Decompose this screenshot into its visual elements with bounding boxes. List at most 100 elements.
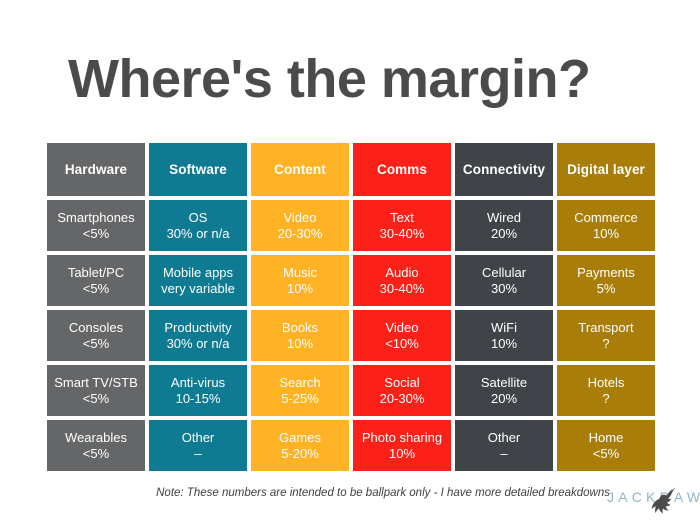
cell-margin-value: <10% (385, 335, 419, 351)
cell-margin-value: 20% (490, 390, 518, 406)
cell-category-label: Music (283, 264, 317, 280)
margin-matrix-table: Hardware Smartphones <5% Tablet/PC <5% Consol… (47, 143, 655, 471)
matrix-cell[interactable]: Video 20-30% (251, 200, 349, 251)
page-title: Where's the margin? (68, 49, 591, 109)
matrix-column: Digital layer Commerce 10% Payments 5% Transp… (557, 143, 655, 471)
matrix-cell[interactable]: Social 20-30% (353, 365, 451, 416)
cell-margin-value: 10% (286, 280, 314, 296)
cell-margin-value: 10% (388, 445, 416, 461)
matrix-cell[interactable]: Transport? (557, 310, 655, 361)
cell-category-label: Photo sharing (361, 429, 443, 445)
matrix-column: Software OS 30% or n/a Mobile apps very vari… (149, 143, 247, 471)
matrix-cell[interactable]: Search 5-25% (251, 365, 349, 416)
matrix-cell[interactable]: Audio 30-40% (353, 255, 451, 306)
matrix-cell[interactable]: Mobile apps very variable (149, 255, 247, 306)
cell-margin-value: 5% (596, 280, 616, 296)
cell-margin-value: 30% or n/a (166, 335, 230, 351)
matrix-cell[interactable]: Games 5-20% (251, 420, 349, 471)
matrix-cell[interactable]: Other – (455, 420, 553, 471)
column-header-cell[interactable]: Hardware (47, 143, 145, 196)
matrix-cell[interactable]: Books 10% (251, 310, 349, 361)
cell-category-label: Home (588, 429, 624, 445)
column-header-label: Connectivity (462, 162, 546, 177)
cell-category-label: Smartphones (57, 209, 135, 225)
cell-category-label: OS (188, 209, 208, 225)
cell-category-label: WiFi (491, 319, 517, 335)
cell-category-label: Transport (578, 319, 634, 335)
cell-margin-value: 30% or n/a (166, 225, 230, 241)
slide-canvas: Where's the margin? Hardware Smartphones <… (0, 0, 700, 525)
cell-margin-value: ? (602, 335, 610, 351)
cell-category-label: Cellular (481, 264, 527, 280)
column-header-cell[interactable]: Software (149, 143, 247, 196)
cell-category-label: Hotels (587, 374, 625, 390)
cell-category-label: Payments (577, 264, 635, 280)
column-header-label: Software (169, 162, 227, 177)
matrix-cell[interactable]: Tablet/PC <5% (47, 255, 145, 306)
cell-category-label: Search (279, 374, 321, 390)
cell-margin-value: 20-30% (379, 390, 425, 406)
cell-margin-value: – (194, 445, 202, 461)
matrix-cell[interactable]: Consoles <5% (47, 310, 145, 361)
cell-category-label: Text (390, 209, 414, 225)
cell-margin-value: 20-30% (277, 225, 323, 241)
cell-category-label: Video (385, 319, 419, 335)
cell-margin-value: 30% (490, 280, 518, 296)
matrix-cell[interactable]: Productivity 30% or n/a (149, 310, 247, 361)
cell-margin-value: 30-40% (379, 225, 425, 241)
cell-category-label: Other (181, 429, 215, 445)
matrix-cell[interactable]: Satellite 20% (455, 365, 553, 416)
matrix-cell[interactable]: Smartphones <5% (47, 200, 145, 251)
matrix-cell[interactable]: Photo sharing 10% (353, 420, 451, 471)
matrix-cell[interactable]: Wearables <5% (47, 420, 145, 471)
cell-category-label: Satellite (480, 374, 528, 390)
matrix-cell[interactable]: OS 30% or n/a (149, 200, 247, 251)
matrix-cell[interactable]: Smart TV/STB <5% (47, 365, 145, 416)
column-header-label: Comms (376, 162, 427, 177)
cell-category-label: Audio (385, 264, 419, 280)
cell-margin-value: 20% (490, 225, 518, 241)
column-header-label: Digital layer (567, 162, 645, 177)
cell-category-label: Mobile apps (162, 264, 234, 280)
cell-category-label: Video (283, 209, 317, 225)
cell-margin-value: 10-15% (175, 390, 221, 406)
matrix-cell[interactable]: WiFi 10% (455, 310, 553, 361)
cell-margin-value: very variable (161, 280, 235, 296)
cell-margin-value: <5% (82, 280, 110, 296)
matrix-cell[interactable]: Video <10% (353, 310, 451, 361)
matrix-column: Content Video 20-30% Music 10% Books 10% Search… (251, 143, 349, 471)
cell-margin-value: <5% (592, 445, 620, 461)
column-header-cell[interactable]: Connectivity (455, 143, 553, 196)
column-header-cell[interactable]: Digital layer (557, 143, 655, 196)
cell-margin-value: – (500, 445, 508, 461)
cell-margin-value: 5-20% (281, 445, 319, 461)
matrix-cell[interactable]: Other – (149, 420, 247, 471)
cell-margin-value: 10% (592, 225, 620, 241)
column-header-label: Content (274, 162, 326, 177)
cell-margin-value: 5-25% (281, 390, 319, 406)
column-header-cell[interactable]: Comms (353, 143, 451, 196)
cell-margin-value: 10% (286, 335, 314, 351)
matrix-cell[interactable]: Hotels? (557, 365, 655, 416)
column-header-cell[interactable]: Content (251, 143, 349, 196)
cell-margin-value: 10% (490, 335, 518, 351)
cell-category-label: Other (487, 429, 521, 445)
cell-margin-value: <5% (82, 335, 110, 351)
cell-margin-value: <5% (82, 445, 110, 461)
matrix-cell[interactable]: Music 10% (251, 255, 349, 306)
cell-category-label: Tablet/PC (67, 264, 125, 280)
cell-category-label: Games (279, 429, 321, 445)
matrix-cell[interactable]: Wired 20% (455, 200, 553, 251)
matrix-cell[interactable]: Payments 5% (557, 255, 655, 306)
cell-category-label: Consoles (68, 319, 124, 335)
footnote-text: Note: These numbers are intended to be b… (156, 487, 610, 499)
matrix-cell[interactable]: Anti-virus 10-15% (149, 365, 247, 416)
cell-category-label: Wearables (65, 429, 127, 445)
cell-margin-value: ? (602, 390, 610, 406)
matrix-cell[interactable]: Text 30-40% (353, 200, 451, 251)
cell-category-label: Books (281, 319, 319, 335)
matrix-cell[interactable]: Cellular 30% (455, 255, 553, 306)
matrix-cell[interactable]: Commerce 10% (557, 200, 655, 251)
cell-category-label: Social (384, 374, 420, 390)
matrix-cell[interactable]: Home <5% (557, 420, 655, 471)
